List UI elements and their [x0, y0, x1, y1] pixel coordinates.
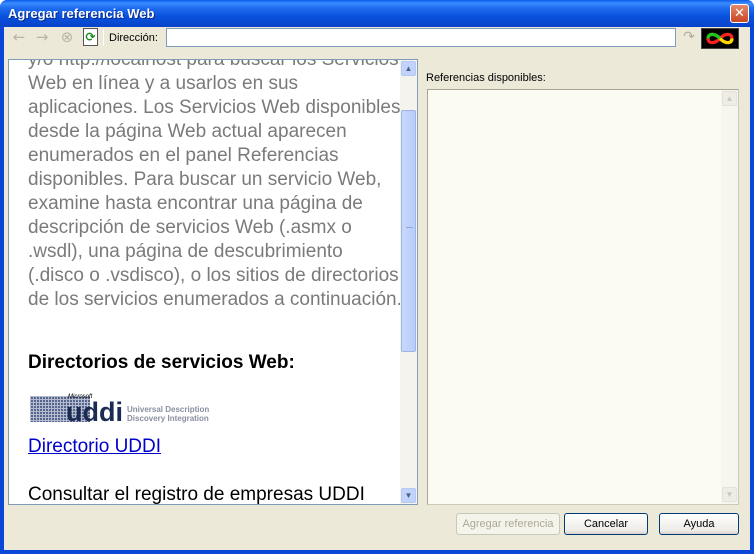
back-arrow-icon[interactable]: ← — [10, 28, 28, 46]
available-references-list[interactable]: ▲ ▼ — [427, 89, 739, 505]
navigation-toolbar: ← → ⊗ ⟳ Dirección: ↷ — [4, 27, 750, 49]
address-label: Dirección: — [109, 32, 158, 44]
directories-heading: Directorios de servicios Web: — [28, 352, 295, 373]
go-arrow-icon[interactable]: ↷ — [681, 28, 697, 46]
dialog-client-area: ← → ⊗ ⟳ Dirección: ↷ y/o http://localhos… — [4, 27, 750, 550]
svg-text:uddi: uddi — [66, 397, 123, 427]
add-web-reference-dialog: Agregar referencia Web ✕ ← → ⊗ ⟳ Direcci… — [0, 0, 754, 554]
consult-uddi-text: Consultar el registro de empresas UDDI — [28, 484, 365, 505]
available-references-label: Referencias disponibles: — [426, 72, 546, 84]
uddi-directory-link[interactable]: Directorio UDDI — [28, 436, 161, 458]
scrollbar-grip — [406, 227, 413, 228]
scroll-down-button[interactable]: ▼ — [401, 488, 416, 503]
references-scroll-up-button: ▲ — [722, 91, 737, 106]
title-bar[interactable]: Agregar referencia Web ✕ — [0, 0, 754, 27]
forward-arrow-icon[interactable]: → — [33, 28, 51, 46]
infinity-logo-icon — [706, 32, 734, 45]
stop-icon[interactable]: ⊗ — [58, 28, 76, 46]
svg-text:Universal Description: Universal Description — [127, 405, 209, 414]
intro-text: y/o http://localhost para buscar los Ser… — [28, 59, 402, 310]
browser-pane[interactable]: y/o http://localhost para buscar los Ser… — [8, 59, 418, 505]
uddi-logo-graphic: Microsoft uddi Universal Description Dis… — [30, 394, 209, 427]
cancel-button[interactable]: Cancelar — [564, 513, 648, 535]
visual-studio-logo — [701, 28, 739, 49]
references-scrollbar: ▲ ▼ — [721, 90, 738, 504]
scrollbar-thumb[interactable] — [401, 110, 416, 352]
toolbar-separator — [103, 29, 104, 46]
references-scroll-down-button: ▼ — [722, 487, 737, 502]
close-button[interactable]: ✕ — [730, 4, 749, 23]
window-title: Agregar referencia Web — [8, 6, 155, 21]
scroll-up-button[interactable]: ▲ — [401, 61, 416, 76]
add-reference-button[interactable]: Agregar referencia — [456, 513, 560, 535]
browser-scrollbar[interactable]: ▲ ▼ — [400, 60, 417, 504]
uddi-logo: Microsoft uddi Universal Description Dis… — [28, 391, 228, 429]
svg-text:Discovery Integration: Discovery Integration — [127, 414, 209, 423]
help-button[interactable]: Ayuda — [659, 513, 739, 535]
address-input[interactable] — [166, 28, 676, 47]
refresh-icon[interactable]: ⟳ — [83, 28, 98, 46]
